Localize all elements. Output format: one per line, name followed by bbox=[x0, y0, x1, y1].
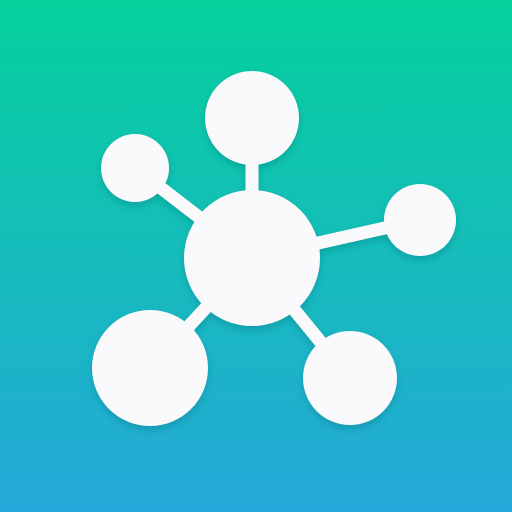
node-center bbox=[184, 190, 320, 326]
node-top-left bbox=[101, 134, 169, 202]
node-bottom-left bbox=[92, 310, 208, 426]
node-top bbox=[205, 71, 299, 165]
node-right bbox=[384, 184, 456, 256]
app-icon bbox=[0, 0, 512, 512]
node-bottom-right bbox=[303, 331, 397, 425]
network-graph-icon bbox=[0, 0, 512, 512]
